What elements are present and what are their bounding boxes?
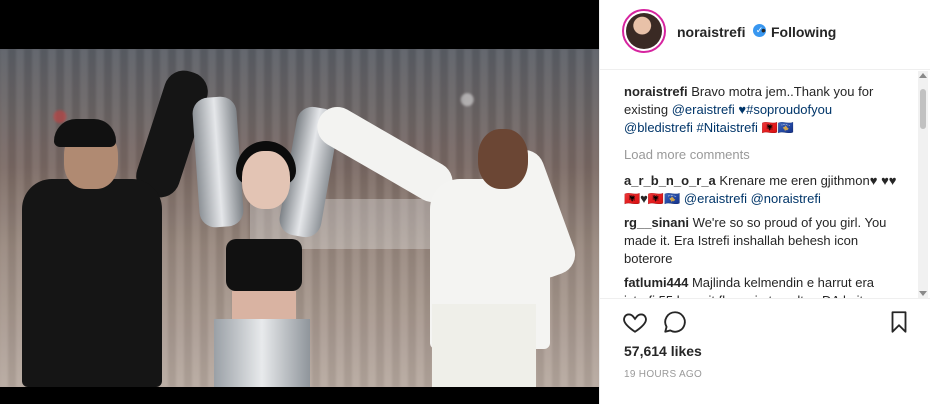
performer-center-waist (232, 291, 296, 321)
header-username[interactable]: noraistrefi (677, 24, 745, 40)
scroll-down-icon[interactable] (919, 291, 927, 296)
performer-right-head (478, 129, 528, 189)
separator-dot: • (761, 22, 766, 38)
post-media[interactable] (0, 0, 599, 404)
performer-center-pants (214, 319, 310, 387)
performer-right-pants (432, 304, 536, 387)
avatar-image (626, 13, 662, 49)
follow-status-button[interactable]: Following (771, 24, 836, 40)
post-timestamp[interactable]: 19 HOURS AGO (624, 369, 702, 380)
comment-item: fatlumi444 Majlinda kelmendin e harrut e… (624, 274, 902, 298)
comment-username[interactable]: rg__sinani (624, 215, 689, 230)
post-actions (600, 298, 930, 348)
comments-scrollbar[interactable] (918, 71, 928, 298)
mention-link[interactable]: @bledistrefi (624, 120, 693, 135)
likes-count[interactable]: 57,614 likes (624, 343, 702, 359)
mention-link[interactable]: @eraistrefi (672, 102, 735, 117)
comment-item: a_r_b_n_o_r_a Krenare me eren gjithmon♥ … (624, 172, 902, 208)
comment-icon[interactable] (662, 309, 688, 335)
scrollbar-thumb[interactable] (920, 89, 926, 129)
performer-center-top (226, 239, 302, 291)
scroll-up-icon[interactable] (919, 73, 927, 78)
comment-text: Krenare me eren gjithmon♥ (719, 173, 878, 188)
comment-username[interactable]: a_r_b_n_o_r_a (624, 173, 716, 188)
load-more-comments-button[interactable]: Load more comments (624, 147, 750, 162)
post-photo[interactable] (0, 49, 599, 387)
hashtag-link[interactable]: #Nitaistrefi (696, 120, 757, 135)
comment-item: rg__sinani We're so so proud of you girl… (624, 214, 902, 268)
flag-emojis: 🇦🇱🇽🇰 (761, 120, 794, 135)
comments-list[interactable]: noraistrefi Bravo motra jem..Thank you f… (600, 71, 930, 298)
caption-username[interactable]: noraistrefi (624, 84, 688, 99)
caption: noraistrefi Bravo motra jem..Thank you f… (624, 83, 902, 137)
post-header: noraistrefi ✓ • Following (600, 0, 930, 70)
avatar[interactable] (622, 9, 666, 53)
mention-link[interactable]: @noraistrefi (751, 191, 821, 206)
performer-center-head (242, 151, 290, 209)
performer-left-cap (54, 119, 116, 147)
comment-username[interactable]: fatlumi444 (624, 275, 688, 290)
post-sidebar: noraistrefi ✓ • Following noraistrefi Br… (599, 0, 930, 404)
bookmark-icon[interactable] (886, 309, 912, 335)
heart-icon[interactable] (622, 309, 648, 335)
mention-link[interactable]: @eraistrefi (684, 191, 747, 206)
hashtag-link[interactable]: ♥#soproudofyou (738, 102, 832, 117)
performer-left-body (22, 179, 162, 387)
